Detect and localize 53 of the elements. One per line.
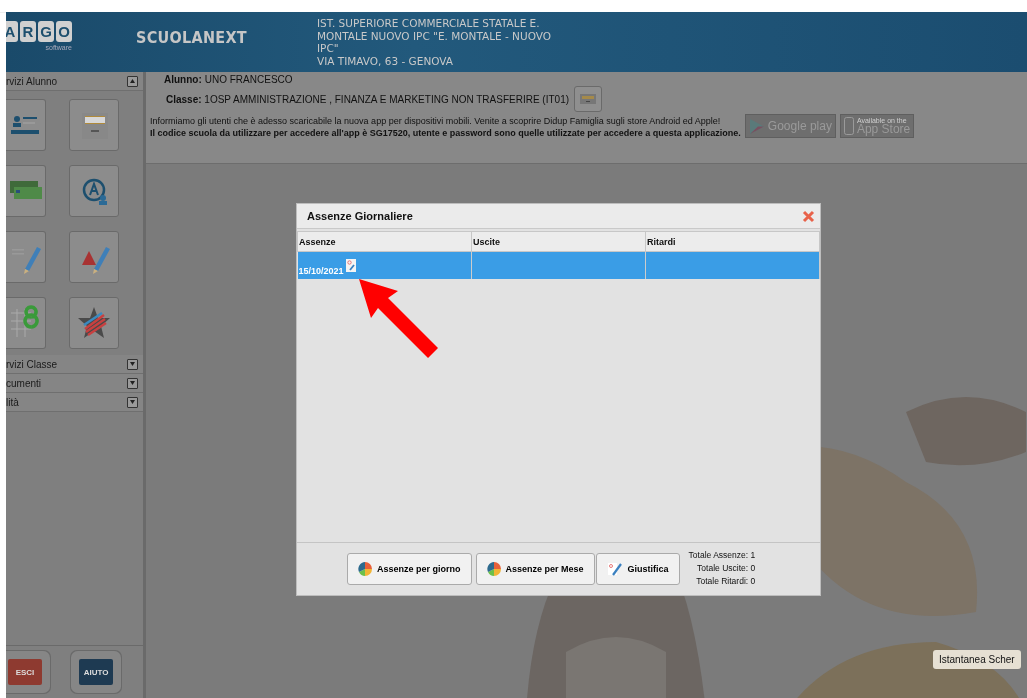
column-header[interactable]: Ritardi <box>645 231 820 252</box>
sidebar-section-header[interactable]: rvizi Alunno <box>6 72 143 91</box>
menu-tile[interactable] <box>69 297 119 349</box>
notice-text: Informiamo gli utenti che è adesso scaricabile la nuova app per dispositivi mobili. Venite a scoprire Didup Famiglia sugli store Android ed Apple! <box>150 115 722 127</box>
menu-tile[interactable] <box>6 99 46 151</box>
menu-tile[interactable] <box>69 165 119 217</box>
sidebar-section-header[interactable]: cumenti <box>6 374 143 393</box>
app-name: SCUOLANEXT <box>136 28 247 47</box>
close-icon[interactable] <box>802 209 815 223</box>
school-address: VIA TIMAVO, 63 - GENOVA <box>316 54 454 67</box>
drawer-icon <box>580 94 597 104</box>
school-code-text: Il codice scuola da utilizzare per accedere all'app è SG17520, utente e password sono quelle utilizzate per accedere a questa applicazione. <box>150 127 741 139</box>
total-text: Totale Ritardi: 0 <box>696 574 756 588</box>
play-icon <box>748 117 765 135</box>
phone-icon <box>843 117 854 135</box>
logo-letter: G <box>38 21 54 42</box>
document-pen-icon <box>606 562 623 576</box>
absence-row[interactable]: 15/10/2021 <box>297 251 820 279</box>
school-name: IST. SUPERIORE COMMERCIALE STATALE E. MONTALE NUOVO IPC "E. MONTALE - NUOVO IPC" <box>316 17 552 55</box>
chart-button[interactable]: Assenze per giorno <box>347 553 472 585</box>
pie-chart-icon <box>358 562 372 576</box>
menu-tile[interactable] <box>6 297 46 349</box>
total-text: Totale Uscite: 0 <box>697 561 756 575</box>
dialog-title: Assenze Giornaliere <box>307 210 413 222</box>
pie-chart-icon <box>486 562 501 576</box>
section-title: rvizi Classe <box>6 358 58 370</box>
chart-button[interactable]: Assenze per Mese <box>475 553 595 585</box>
date-text: 15/10/2021 <box>298 266 344 276</box>
column-header[interactable]: Assenze <box>297 231 472 252</box>
section-title: lità <box>6 396 19 408</box>
column-header[interactable]: Uscite <box>471 231 646 252</box>
logo-letter: R <box>20 21 36 42</box>
justify-button[interactable]: Giustifica <box>595 553 680 585</box>
menu-tile[interactable] <box>69 231 119 283</box>
student-line: Alunno: UNO FRANCESCO <box>164 73 294 86</box>
menu-tile[interactable] <box>6 231 46 283</box>
sidebar-section-header[interactable]: rvizi Classe <box>6 355 143 374</box>
section-title: rvizi Alunno <box>6 75 58 87</box>
tooltip: Istantanea Scher <box>933 650 1021 669</box>
star-icon <box>76 305 112 341</box>
sidebar-section-header[interactable]: lità <box>6 393 143 412</box>
menu-tile[interactable] <box>6 165 46 217</box>
class-line: Classe: 1OSP AMMINISTRAZIONE , FINANZA E MARKETING NON TRASFERIRE (IT01) <box>166 93 570 105</box>
collapse-icon[interactable] <box>127 75 138 87</box>
menu-tile[interactable] <box>69 99 119 151</box>
total-text: Totale Assenze: 1 <box>688 548 756 562</box>
logo-letter: O <box>56 21 72 42</box>
expand-icon[interactable] <box>127 358 138 370</box>
expand-icon[interactable] <box>127 396 138 408</box>
section-title: cumenti <box>6 377 41 389</box>
expand-icon[interactable] <box>127 377 138 389</box>
class-button[interactable] <box>574 86 603 112</box>
document-icon[interactable] <box>345 259 356 272</box>
